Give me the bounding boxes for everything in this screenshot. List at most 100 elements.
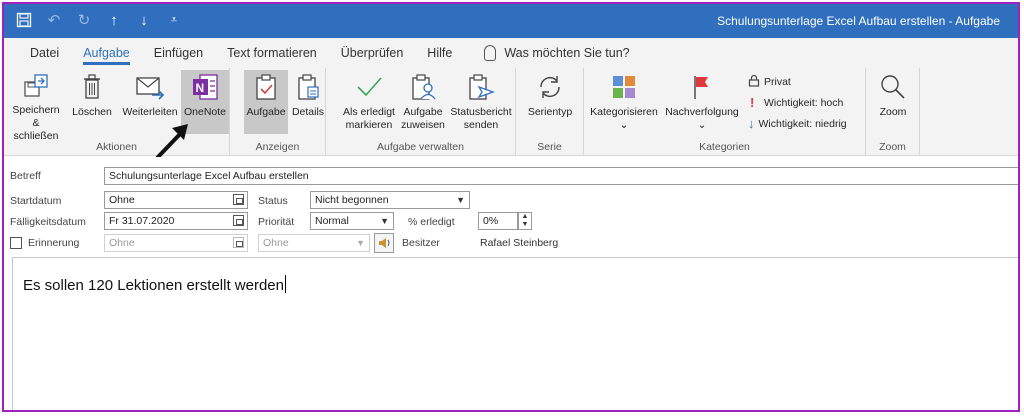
recurrence-button[interactable]: Serientyp <box>522 70 578 134</box>
status-report-label-2: senden <box>463 119 499 131</box>
calendar-icon[interactable] <box>233 215 244 226</box>
text-caret <box>285 275 286 293</box>
group-label-aktionen: Aktionen <box>96 141 137 153</box>
spin-down-icon[interactable]: ▼ <box>519 221 531 229</box>
reminder-label: Erinnerung <box>28 237 80 249</box>
arrow-down-icon[interactable]: ↓ <box>136 11 152 29</box>
reminder-sound-button[interactable] <box>374 233 394 253</box>
forward-icon <box>135 72 165 102</box>
group-aktionen: Speichern & schließen Löschen Weiterleit… <box>4 68 230 156</box>
details-icon <box>296 72 320 102</box>
svg-text:N: N <box>196 81 205 95</box>
followup-button[interactable]: Nachverfolgung ⌄ <box>664 70 740 134</box>
group-aufgabe-verwalten: Als erledigt markieren Aufgabe zuweisen … <box>326 68 516 156</box>
save-close-button[interactable]: Speichern & schließen <box>10 70 62 142</box>
magnifier-icon <box>879 72 907 102</box>
private-button[interactable]: Privat <box>748 74 791 90</box>
subject-field[interactable]: Schulungsunterlage Excel Aufbau erstelle… <box>104 167 1018 185</box>
lock-icon <box>748 74 760 90</box>
tell-me-box[interactable]: Was möchten Sie tun? <box>484 45 630 61</box>
owner-label: Besitzer <box>402 237 440 249</box>
group-label-serie: Serie <box>537 141 562 153</box>
speaker-icon <box>379 238 390 248</box>
task-window: ↶ ↻ ↑ ↓ ⩡ Schulungsunterlage Excel Aufba… <box>2 2 1020 412</box>
zoom-button[interactable]: Zoom <box>870 70 916 134</box>
zoom-label: Zoom <box>879 106 907 118</box>
task-clipboard-icon <box>254 72 278 102</box>
due-date-field[interactable]: Fr 31.07.2020 <box>104 212 248 230</box>
arrow-down-blue-icon: ↓ <box>748 116 755 131</box>
importance-high-button[interactable]: ! Wichtigkeit: hoch <box>750 95 843 110</box>
status-report-icon <box>467 72 495 102</box>
percent-complete-field[interactable]: 0% <box>478 212 518 230</box>
assign-task-button[interactable]: Aufgabe zuweisen <box>400 70 446 134</box>
group-label-anzeigen: Anzeigen <box>255 141 300 153</box>
dropdown-arrow-icon: ▼ <box>380 216 389 226</box>
arrow-up-icon[interactable]: ↑ <box>106 11 122 29</box>
title-bar: ↶ ↻ ↑ ↓ ⩡ Schulungsunterlage Excel Aufba… <box>4 4 1018 38</box>
task-view-button[interactable]: Aufgabe <box>244 70 288 134</box>
group-anzeigen: Aufgabe Details Anzeigen <box>230 68 326 156</box>
customize-qat-icon[interactable]: ⩡ <box>166 11 182 29</box>
importance-low-label: Wichtigkeit: niedrig <box>758 117 847 130</box>
group-label-verwalten: Aufgabe verwalten <box>377 141 464 153</box>
due-date-label: Fälligkeitsdatum <box>10 216 86 228</box>
status-dropdown[interactable]: Nicht begonnen ▼ <box>310 191 470 209</box>
subject-label: Betreff <box>10 170 41 182</box>
reminder-date-field[interactable]: Ohne <box>104 234 248 252</box>
group-serie: Serientyp Serie <box>516 68 584 156</box>
body-text-content: Es sollen 120 Lektionen erstellt werden <box>23 277 284 294</box>
calendar-icon[interactable] <box>233 194 244 205</box>
percent-spinner[interactable]: ▲ ▼ <box>518 212 532 230</box>
checkmark-icon <box>355 72 383 102</box>
trash-icon <box>80 72 104 102</box>
tab-ueberpruefen[interactable]: Überprüfen <box>329 38 416 68</box>
reminder-date-value: Ohne <box>109 237 135 249</box>
details-button[interactable]: Details <box>290 70 326 134</box>
reminder-checkbox[interactable] <box>10 237 22 249</box>
tab-text-formatieren[interactable]: Text formatieren <box>215 38 329 68</box>
lightbulb-icon <box>484 45 497 61</box>
onenote-icon: N <box>191 72 219 102</box>
start-date-field[interactable]: Ohne <box>104 191 248 209</box>
spin-up-icon[interactable]: ▲ <box>519 213 531 221</box>
save-icon[interactable] <box>16 11 32 29</box>
task-view-label: Aufgabe <box>246 106 286 118</box>
tab-hilfe[interactable]: Hilfe <box>415 38 464 68</box>
categorize-chevron-icon: ⌄ <box>619 119 629 131</box>
status-report-label-1: Statusbericht <box>450 106 512 118</box>
due-date-value: Fr 31.07.2020 <box>109 215 175 227</box>
importance-high-label: Wichtigkeit: hoch <box>764 96 844 109</box>
percent-complete-label: % erledigt <box>408 216 455 228</box>
mark-done-button[interactable]: Als erledigt markieren <box>340 70 398 134</box>
status-value: Nicht begonnen <box>315 194 389 206</box>
details-label: Details <box>291 106 325 118</box>
reminder-time-value: Ohne <box>263 237 289 249</box>
redo-icon[interactable]: ↻ <box>76 11 92 29</box>
priority-label: Priorität <box>258 216 295 228</box>
start-date-label: Startdatum <box>10 195 62 207</box>
task-body[interactable]: Es sollen 120 Lektionen erstellt werden <box>12 257 1018 410</box>
ribbon-tabs: Datei Aufgabe Einfügen Text formatieren … <box>4 38 1018 68</box>
tab-datei[interactable]: Datei <box>18 38 71 68</box>
reminder-time-dropdown[interactable]: Ohne ▼ <box>258 234 370 252</box>
delete-button[interactable]: Löschen <box>66 70 118 134</box>
calendar-icon[interactable] <box>233 237 244 248</box>
save-close-icon <box>22 72 50 100</box>
private-label: Privat <box>764 76 791 88</box>
categorize-icon <box>610 72 638 102</box>
owner-value: Rafael Steinberg <box>480 237 559 249</box>
assign-label-2: zuweisen <box>401 119 445 131</box>
priority-dropdown[interactable]: Normal ▼ <box>310 212 394 230</box>
undo-icon[interactable]: ↶ <box>46 11 62 29</box>
categorize-label: Kategorisieren <box>590 106 658 118</box>
tab-aufgabe[interactable]: Aufgabe <box>71 38 142 68</box>
window-title: Schulungsunterlage Excel Aufbau erstelle… <box>717 14 1000 28</box>
categorize-button[interactable]: Kategorisieren ⌄ <box>588 70 660 134</box>
mark-done-label-1: Als erledigt <box>343 106 395 118</box>
importance-low-button[interactable]: ↓ Wichtigkeit: niedrig <box>748 116 847 131</box>
status-report-button[interactable]: Statusbericht senden <box>448 70 514 134</box>
tab-einfuegen[interactable]: Einfügen <box>142 38 215 68</box>
recurrence-icon <box>536 72 564 102</box>
recurrence-label: Serientyp <box>527 106 573 118</box>
